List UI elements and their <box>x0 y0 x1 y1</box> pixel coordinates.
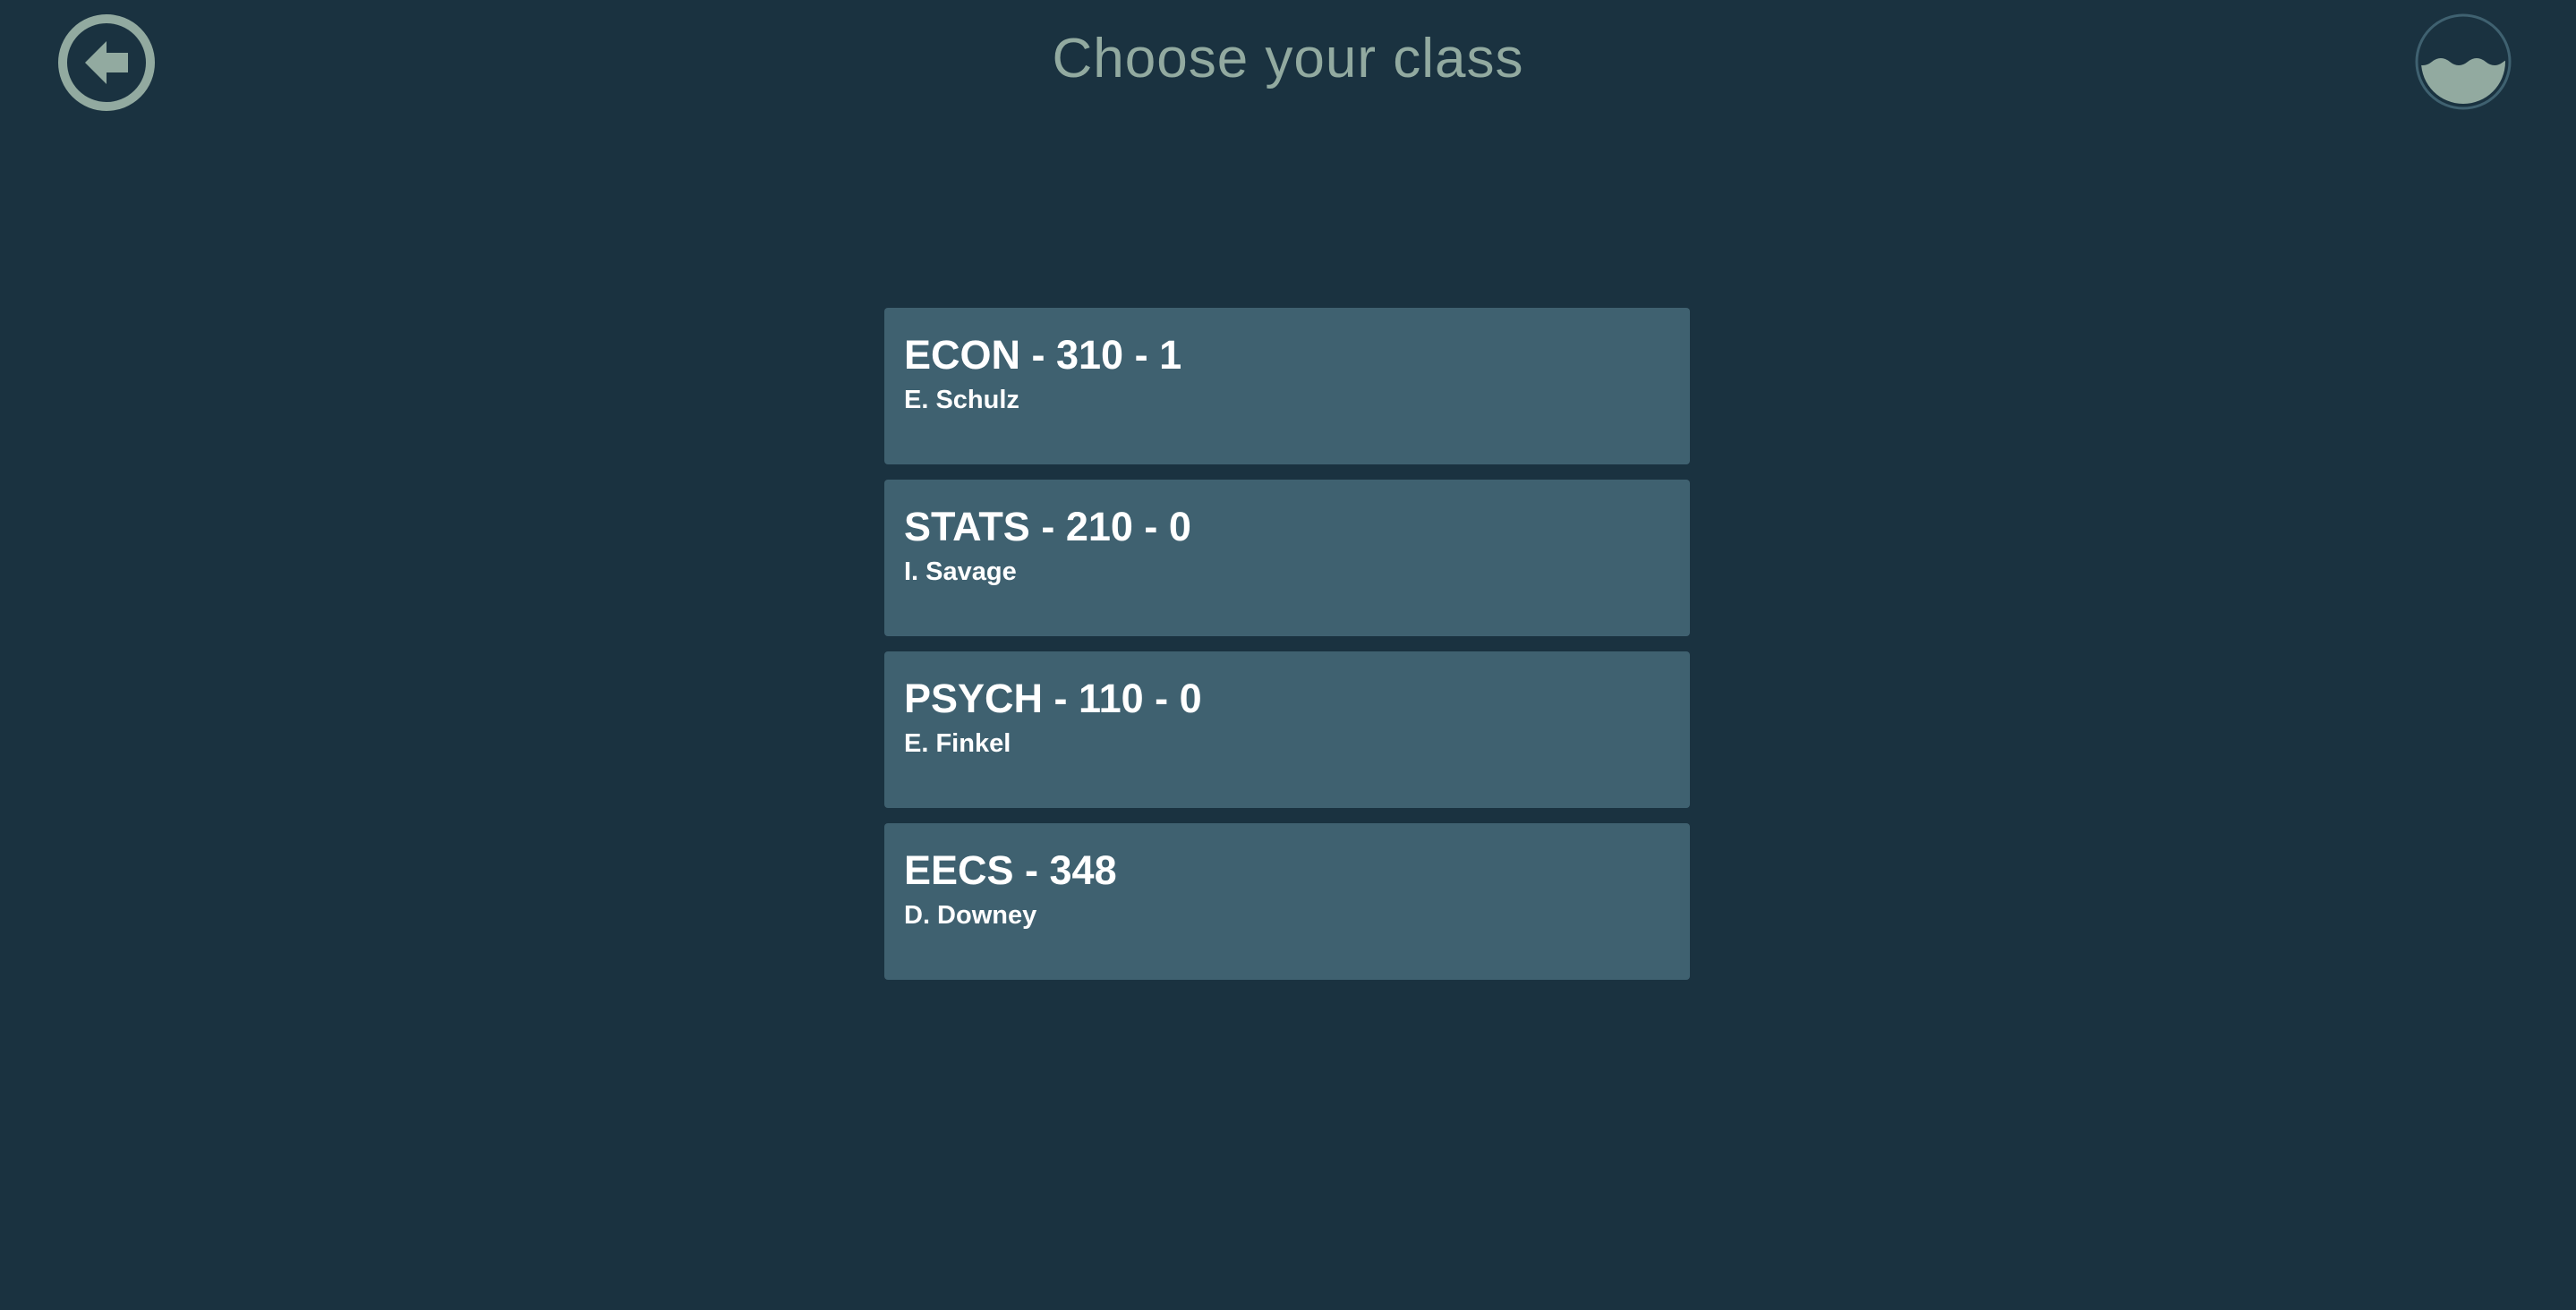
class-card-econ[interactable]: ECON - 310 - 1 E. Schulz <box>884 308 1690 464</box>
class-selection-page: Choose your class ECON - 310 - 1 E. Schu… <box>0 0 2576 1310</box>
class-teacher: I. Savage <box>904 557 1017 586</box>
class-card-eecs[interactable]: EECS - 348 D. Downey <box>884 823 1690 980</box>
class-name: PSYCH - 110 - 0 <box>904 676 1202 721</box>
page-title: Choose your class <box>1052 28 1524 89</box>
class-teacher: E. Finkel <box>904 729 1011 758</box>
class-teacher: D. Downey <box>904 901 1037 930</box>
class-card-stats[interactable]: STATS - 210 - 0 I. Savage <box>884 480 1690 636</box>
class-name: STATS - 210 - 0 <box>904 504 1191 549</box>
class-list: ECON - 310 - 1 E. Schulz STATS - 210 - 0… <box>884 308 1690 980</box>
class-name: EECS - 348 <box>904 847 1117 893</box>
class-card-psych[interactable]: PSYCH - 110 - 0 E. Finkel <box>884 651 1690 808</box>
class-name: ECON - 310 - 1 <box>904 332 1182 378</box>
logo <box>2414 13 2512 111</box>
class-teacher: E. Schulz <box>904 386 1019 414</box>
wave-logo-icon <box>2415 13 2512 110</box>
